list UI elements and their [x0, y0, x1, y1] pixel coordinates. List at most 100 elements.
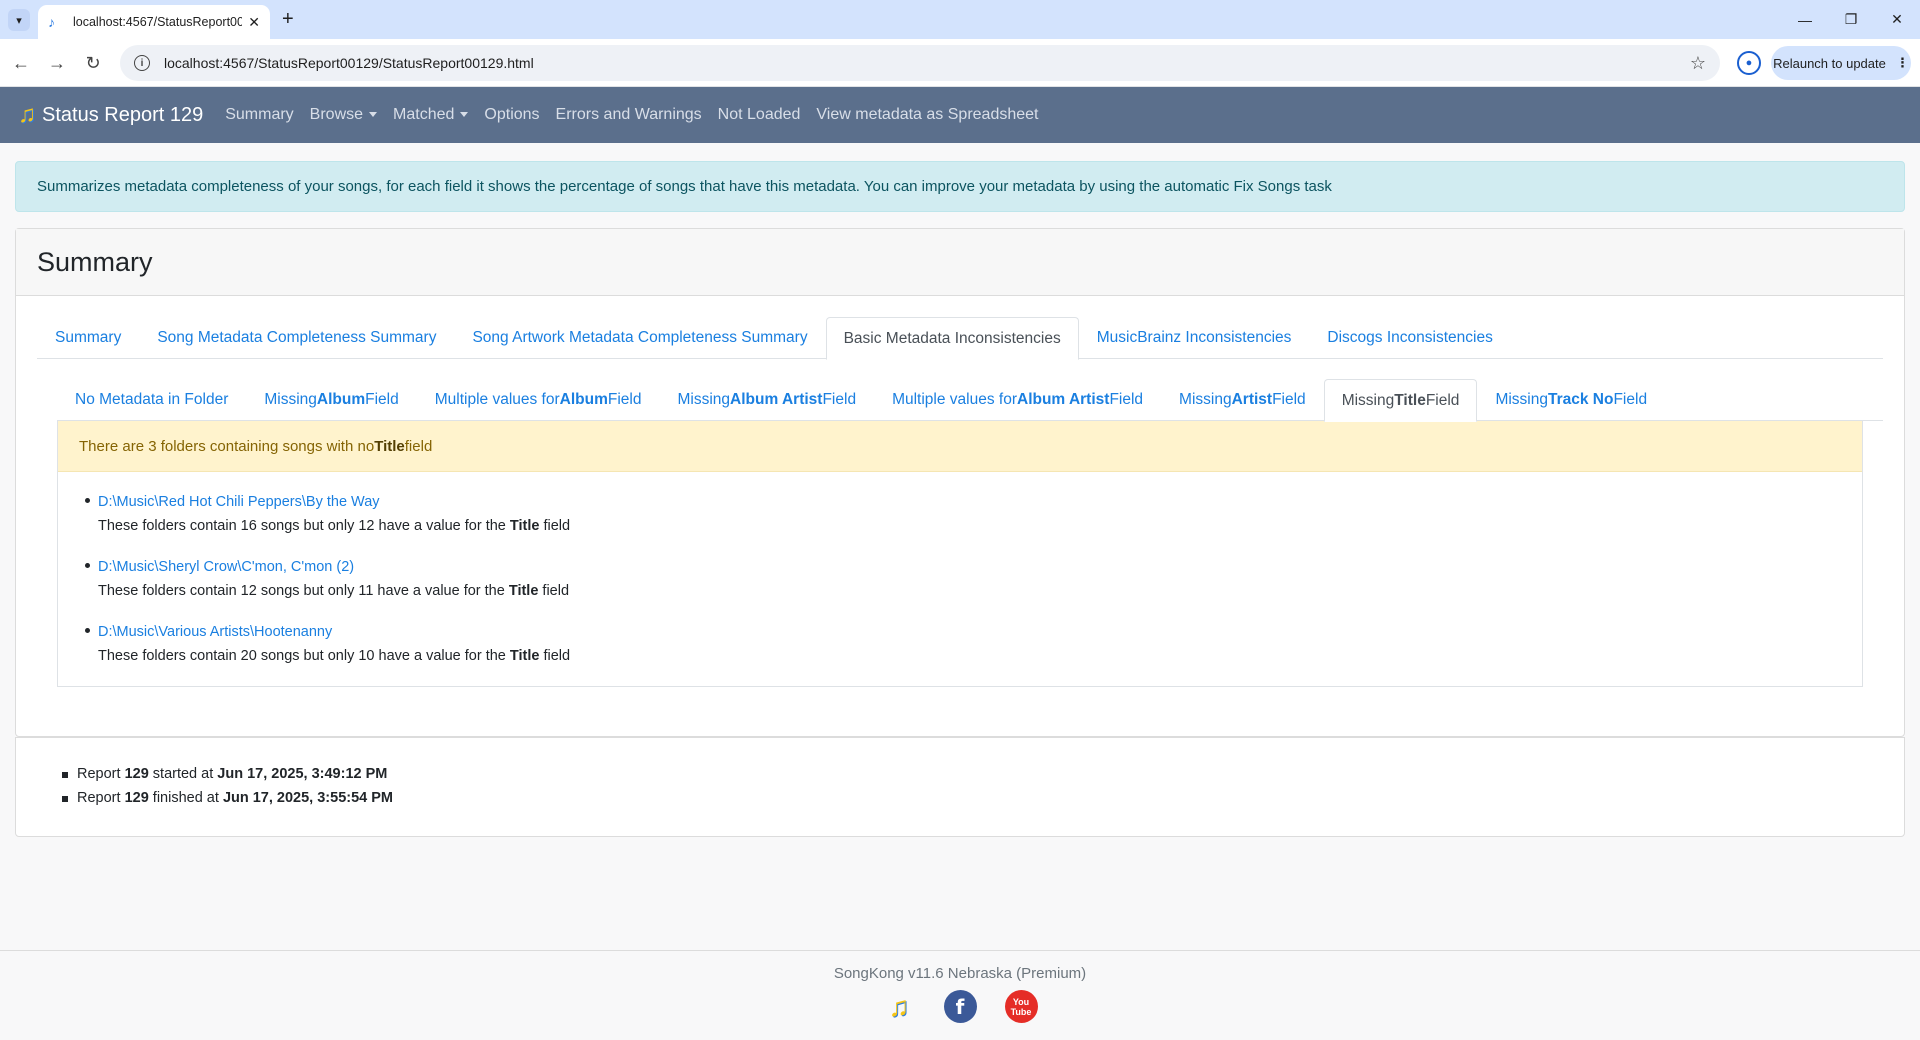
- subtab-label: Multiple values for: [892, 391, 1017, 408]
- subtab-label: Missing: [677, 391, 731, 408]
- subtab-suffix: Field: [365, 391, 399, 408]
- desc-field: Title: [509, 518, 540, 534]
- youtube-icon[interactable]: You Tube: [1004, 990, 1038, 1023]
- desc-suffix: field: [538, 583, 570, 599]
- nav-errors-warnings[interactable]: Errors and Warnings: [556, 106, 702, 124]
- nav-browse[interactable]: Browse: [309, 106, 378, 124]
- list-item: Report 129 started at Jun 17, 2025, 3:49…: [62, 762, 1904, 786]
- tab-discogs-inconsistencies[interactable]: Discogs Inconsistencies: [1309, 317, 1510, 359]
- facebook-icon[interactable]: f: [943, 990, 977, 1023]
- nav-spreadsheet[interactable]: View metadata as Spreadsheet: [816, 106, 1038, 124]
- summary-card: Summary Summary Song Metadata Completene…: [15, 228, 1905, 737]
- subtab-no-metadata-in-folder[interactable]: No Metadata in Folder: [57, 379, 246, 421]
- missing-title-panel: There are 3 folders containing songs wit…: [57, 421, 1863, 687]
- time-prefix: Report: [77, 790, 125, 806]
- subtab-field: Title: [1394, 391, 1426, 409]
- social-links: ♫ f You Tube: [0, 990, 1920, 1023]
- subtab-missing-title[interactable]: Missing Title Field: [1323, 379, 1478, 422]
- folder-list: D:\Music\Red Hot Chili Peppers\By the Wa…: [58, 472, 1862, 686]
- browser-tab[interactable]: ♪ localhost:4567/StatusReport001 ✕: [38, 5, 270, 39]
- new-tab-button[interactable]: +: [282, 8, 294, 31]
- subtab-multiple-album-artist[interactable]: Multiple values for Album Artist Field: [874, 379, 1161, 421]
- nav-summary[interactable]: Summary: [225, 106, 293, 124]
- list-item: D:\Music\Various Artists\Hootenanny Thes…: [85, 620, 1862, 668]
- restore-icon[interactable]: ❐: [1828, 0, 1874, 39]
- desc-text: These folders contain 12 songs but only …: [98, 583, 509, 599]
- brand[interactable]: ♫ Status Report 129: [18, 101, 203, 129]
- app-navbar: ♫ Status Report 129 Summary Browse Match…: [0, 87, 1920, 143]
- subtab-field: Album Artist: [730, 391, 823, 408]
- desc-text: These folders contain 16 songs but only …: [98, 518, 510, 534]
- warning-text: There are 3 folders containing songs wit…: [79, 437, 375, 455]
- warning-suffix: field: [404, 437, 433, 455]
- more-menu-icon[interactable]: ⋮: [1896, 55, 1909, 71]
- nav-matched[interactable]: Matched: [393, 106, 469, 124]
- reload-icon[interactable]: ↻: [80, 50, 106, 76]
- folder-link[interactable]: D:\Music\Red Hot Chili Peppers\By the Wa…: [98, 490, 1862, 514]
- omnibox[interactable]: i localhost:4567/StatusReport00129/Statu…: [120, 45, 1720, 81]
- main-tabs: Summary Song Metadata Completeness Summa…: [37, 317, 1883, 360]
- time-prefix: Report: [77, 766, 125, 782]
- subtab-label: Multiple values for: [434, 391, 560, 408]
- tab-song-artwork-completeness[interactable]: Song Artwork Metadata Completeness Summa…: [454, 317, 825, 359]
- tab-summary[interactable]: Summary: [37, 317, 139, 359]
- subtab-missing-album-artist[interactable]: Missing Album Artist Field: [659, 379, 874, 421]
- version-text: SongKong v11.6 Nebraska (Premium): [833, 965, 1087, 982]
- minimize-icon[interactable]: —: [1782, 0, 1828, 39]
- nav-options[interactable]: Options: [484, 106, 539, 124]
- time-mid: started at: [148, 766, 218, 782]
- subtab-suffix: Field: [607, 391, 642, 408]
- subtab-suffix: Field: [822, 391, 857, 408]
- back-icon[interactable]: ←: [8, 50, 34, 76]
- tab-musicbrainz-inconsistencies[interactable]: MusicBrainz Inconsistencies: [1079, 317, 1310, 359]
- desc-text: These folders contain 20 songs but only …: [98, 648, 510, 664]
- forward-icon[interactable]: →: [44, 50, 70, 76]
- report-times-card: Report 129 started at Jun 17, 2025, 3:49…: [15, 737, 1905, 837]
- warning-alert: There are 3 folders containing songs wit…: [58, 421, 1862, 472]
- songkong-favicon-icon: ♪: [48, 14, 55, 30]
- nav-matched-label: Matched: [393, 106, 455, 123]
- subtab-suffix: Field: [1613, 391, 1648, 408]
- subtab-multiple-album[interactable]: Multiple values for Album Field: [417, 379, 660, 421]
- close-tab-icon[interactable]: ✕: [248, 14, 260, 31]
- page-title: Summary: [16, 229, 1904, 296]
- folder-description: These folders contain 12 songs but only …: [98, 579, 1862, 603]
- folder-link[interactable]: D:\Music\Various Artists\Hootenanny: [98, 620, 1862, 644]
- list-item: Report 129 finished at Jun 17, 2025, 3:5…: [62, 786, 1904, 810]
- subtab-missing-track-no[interactable]: Missing Track No Field: [1477, 379, 1665, 421]
- folder-description: These folders contain 20 songs but only …: [98, 644, 1862, 668]
- close-window-icon[interactable]: ✕: [1874, 0, 1920, 39]
- folder-link[interactable]: D:\Music\Sheryl Crow\C'mon, C'mon (2): [98, 555, 1862, 579]
- report-number: 129: [124, 766, 149, 782]
- songkong-icon[interactable]: ♫: [883, 990, 916, 1023]
- info-alert: Summarizes metadata completeness of your…: [15, 161, 1905, 212]
- relaunch-label: Relaunch to update: [1773, 55, 1886, 71]
- warning-field: Title: [374, 437, 405, 455]
- browser-tab-title: localhost:4567/StatusReport001: [73, 15, 243, 29]
- tab-song-metadata-completeness[interactable]: Song Metadata Completeness Summary: [139, 317, 454, 359]
- subtab-missing-artist[interactable]: Missing Artist Field: [1161, 379, 1324, 421]
- subtab-suffix: Field: [1425, 391, 1460, 409]
- bookmark-star-icon[interactable]: ☆: [1690, 53, 1706, 74]
- start-time: Jun 17, 2025, 3:49:12 PM: [217, 766, 388, 782]
- subtab-missing-album[interactable]: Missing Album Field: [246, 379, 416, 421]
- subtab-field: Album Artist: [1017, 391, 1110, 408]
- tab-basic-metadata-inconsistencies[interactable]: Basic Metadata Inconsistencies: [825, 317, 1079, 360]
- footer: SongKong v11.6 Nebraska (Premium) ♫ f Yo…: [0, 950, 1920, 1040]
- brand-title: Status Report 129: [42, 103, 204, 126]
- site-info-icon[interactable]: i: [134, 55, 150, 71]
- subtab-label: No Metadata in Folder: [75, 391, 229, 408]
- folder-description: These folders contain 16 songs but only …: [98, 514, 1862, 538]
- url-text[interactable]: localhost:4567/StatusReport00129/StatusR…: [164, 55, 1690, 71]
- chevron-down-icon: [369, 112, 378, 118]
- finish-time: Jun 17, 2025, 3:55:54 PM: [222, 790, 394, 806]
- profile-icon[interactable]: ●: [1737, 51, 1761, 75]
- desc-field: Title: [508, 583, 539, 599]
- relaunch-button[interactable]: Relaunch to update ⋮: [1771, 46, 1911, 80]
- nav-not-loaded[interactable]: Not Loaded: [718, 106, 801, 124]
- address-bar-row: ← → ↻ i localhost:4567/StatusReport00129…: [0, 39, 1920, 87]
- nav-browse-label: Browse: [309, 106, 364, 123]
- subtab-label: Missing: [1179, 391, 1232, 408]
- list-item: D:\Music\Sheryl Crow\C'mon, C'mon (2) Th…: [85, 555, 1862, 603]
- tab-search-button[interactable]: ▾: [8, 9, 30, 31]
